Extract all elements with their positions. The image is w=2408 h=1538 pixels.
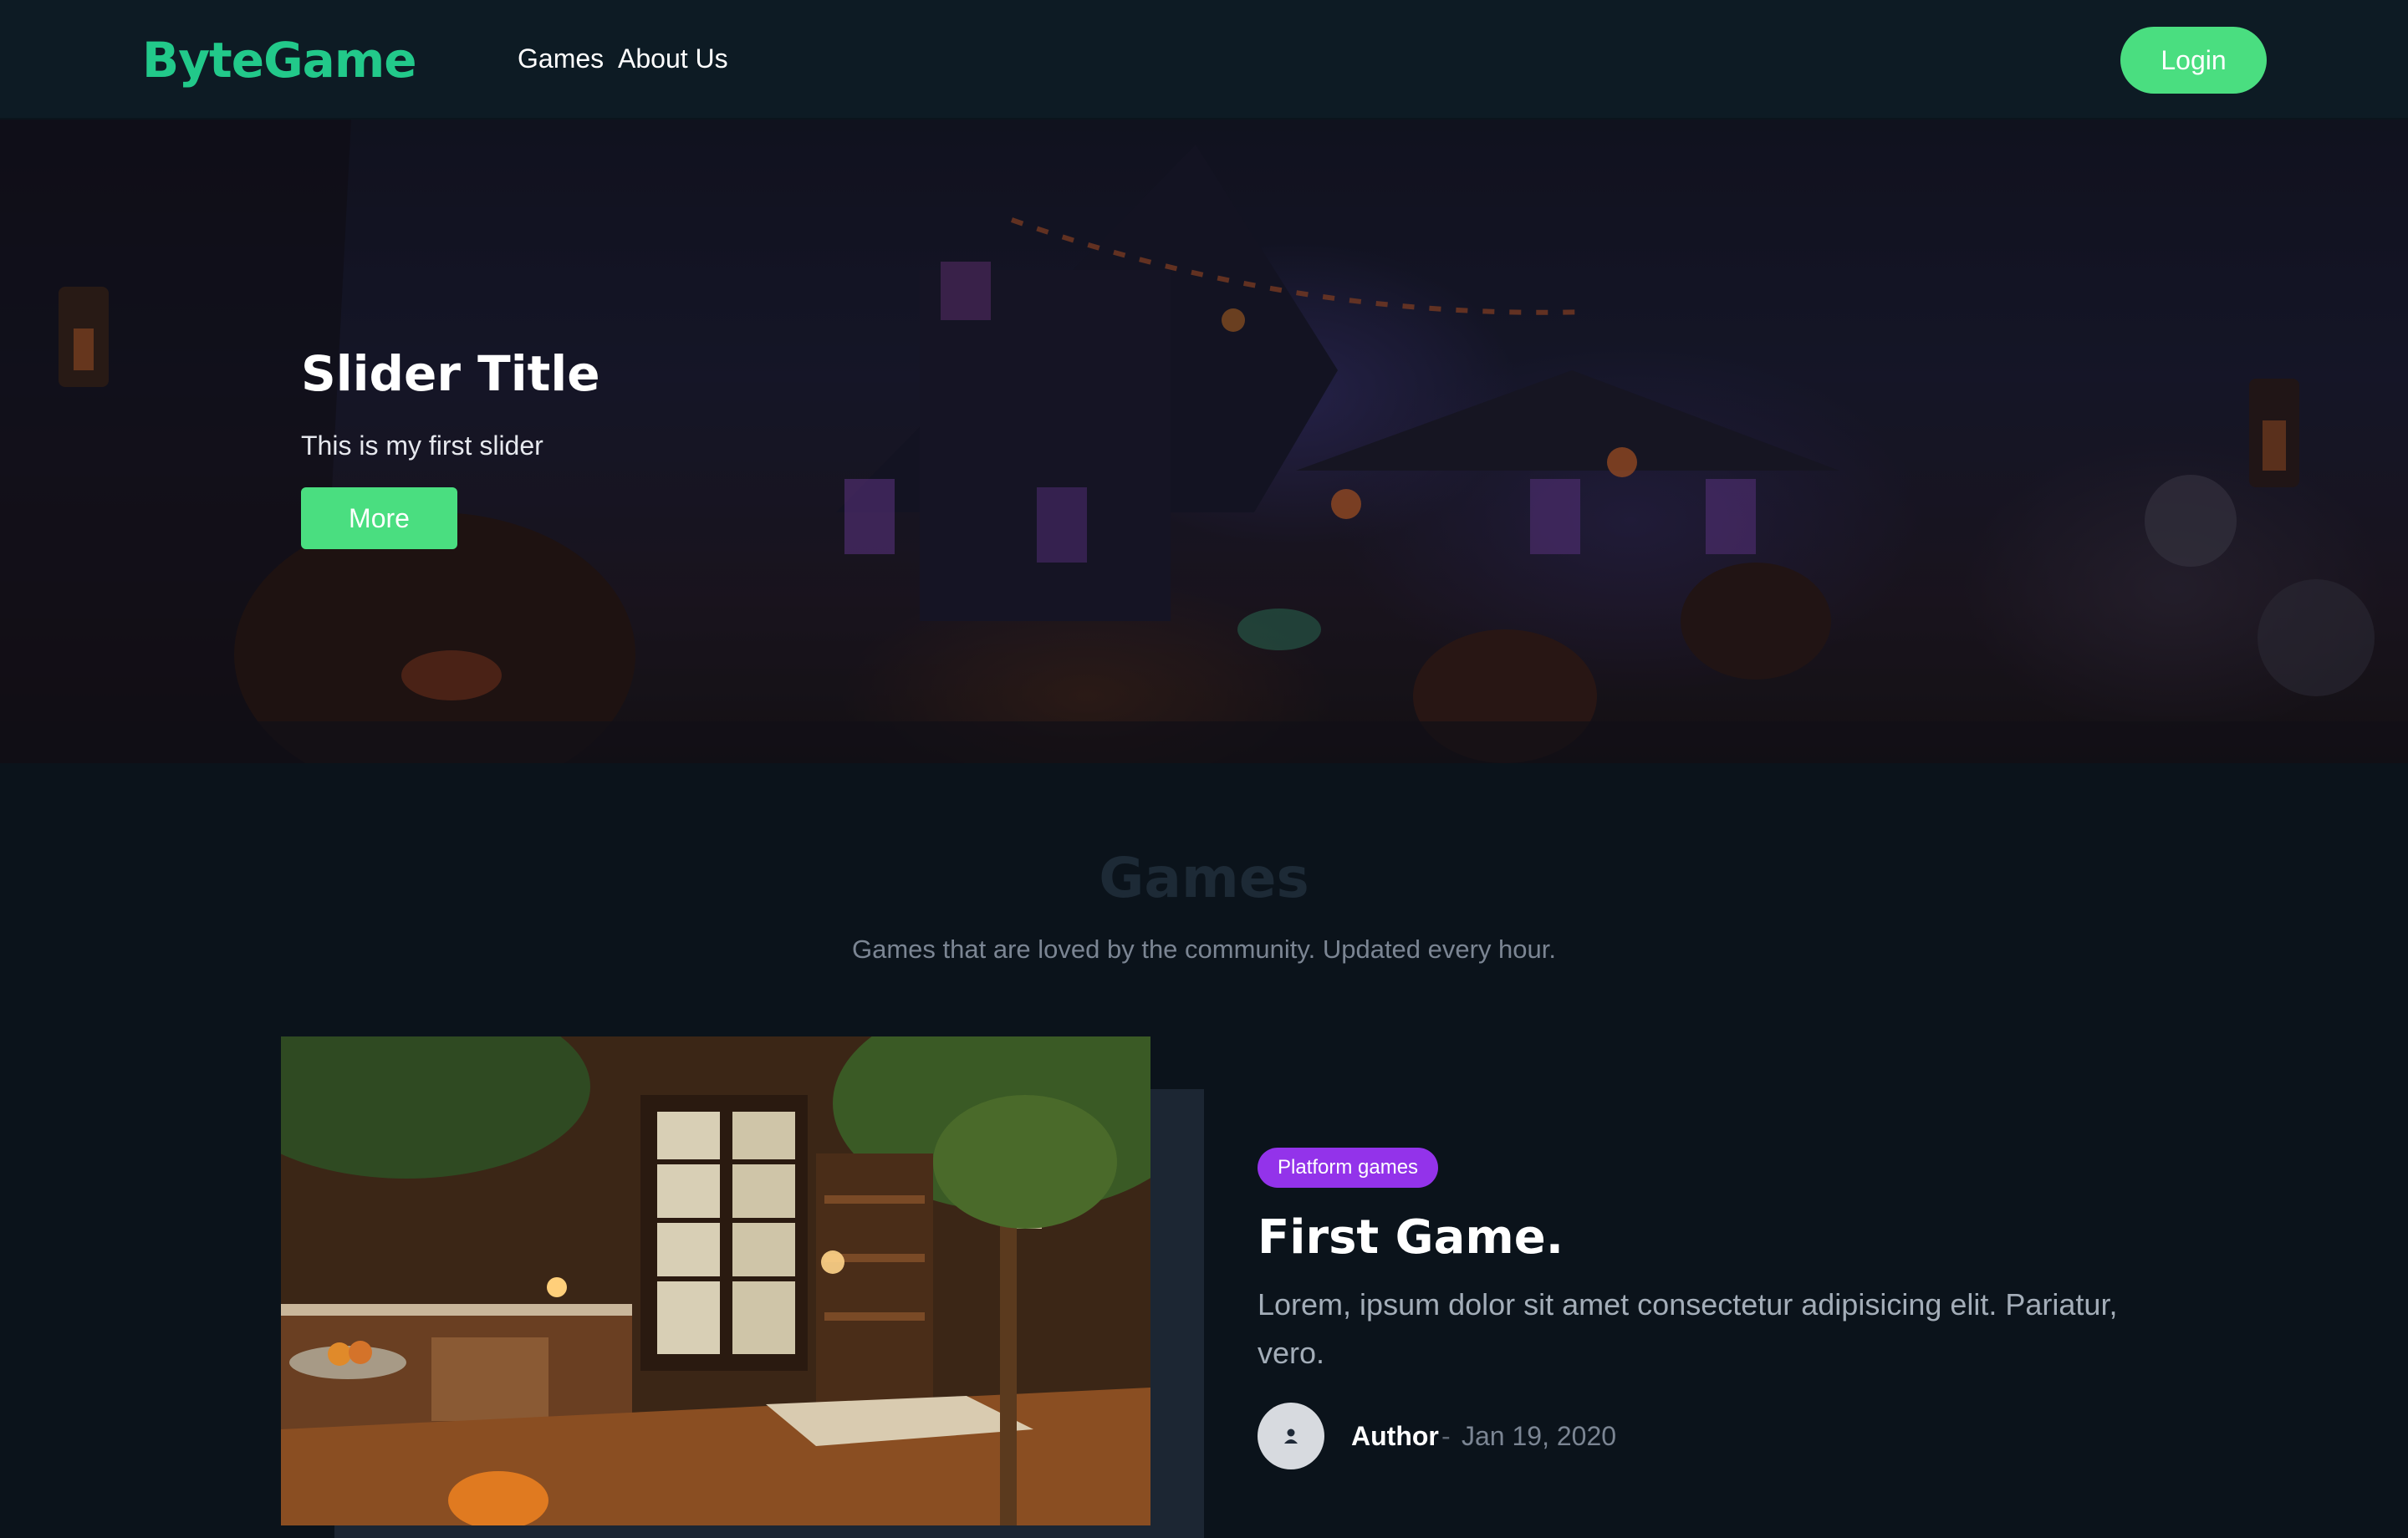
- nav-link-about-us[interactable]: About Us: [618, 43, 728, 74]
- hero-slider: Slider Title This is my first slider Mor…: [0, 120, 2408, 763]
- game-card-image[interactable]: [281, 1036, 1150, 1525]
- games-section-subtitle: Games that are loved by the community. U…: [851, 935, 1557, 964]
- slider-subtitle: This is my first slider: [301, 430, 543, 461]
- more-button[interactable]: More: [301, 487, 457, 549]
- site-logo[interactable]: ByteGame: [142, 32, 417, 89]
- slider-title: Slider Title: [301, 345, 600, 402]
- nav-link-games[interactable]: Games: [518, 43, 604, 74]
- cozy-room-illustration: [281, 1036, 1150, 1525]
- game-description: Lorem, ipsum dolor sit amet consectetur …: [1258, 1287, 2118, 1370]
- publish-date: Jan 19, 2020: [1462, 1421, 1617, 1451]
- game-title[interactable]: First Game.: [1258, 1210, 1564, 1265]
- user-icon: [1284, 1429, 1298, 1444]
- games-section-title: Games: [1099, 846, 1309, 910]
- meta-separator: -: [1441, 1421, 1451, 1451]
- author-avatar: [1258, 1403, 1324, 1469]
- navbar: ByteGame Games About Us Login: [0, 0, 2408, 120]
- author-name[interactable]: Author: [1351, 1421, 1439, 1452]
- category-tag[interactable]: Platform games: [1258, 1148, 1439, 1188]
- login-button[interactable]: Login: [2120, 27, 2267, 94]
